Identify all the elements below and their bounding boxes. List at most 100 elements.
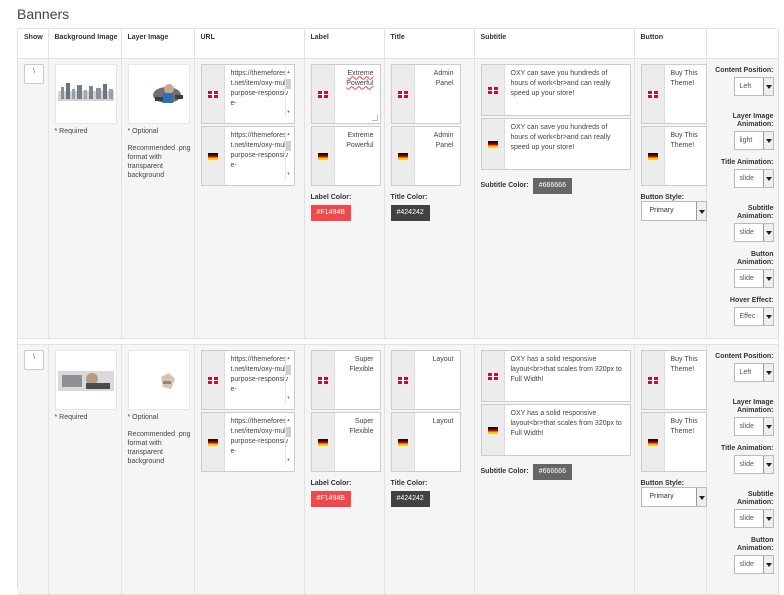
url-de-text[interactable]: https://themeforest.net/item/oxy-multipu… [225,413,294,471]
cell-label: Extreme Powerful Extreme Powerful Label C… [304,58,385,339]
title-field-en[interactable]: Layout [390,349,461,410]
button-animation-select[interactable]: slide [733,268,774,288]
title-color-picker[interactable]: #424242 [390,490,430,507]
url-field-en[interactable]: https://themeforest.net/item/oxy-multipu… [200,349,295,410]
cell-background-image: * Required [48,58,122,339]
subtitle-field-en[interactable]: OXY can save you hundreds of hours of wo… [480,63,631,116]
de-flag-icon [317,152,328,160]
button-field-de[interactable]: Buy This Theme! [640,125,707,186]
url-en-text[interactable]: https://themeforest.net/item/oxy-multipu… [225,351,294,409]
button-style-select[interactable]: Primary [640,200,707,221]
button-field-en[interactable]: Buy This Theme! [640,63,707,124]
chevron-down-icon [762,169,773,187]
button-animation-select[interactable]: slide [733,554,774,574]
chevron-down-icon [762,307,773,325]
url-de-text[interactable]: https://themeforest.net/item/oxy-multipu… [225,127,294,185]
chevron-down-icon [762,417,773,435]
de-flag-icon [207,438,218,446]
page-title: Banners [17,6,70,22]
scrollbar[interactable] [284,66,292,117]
layer-image-thumbnail[interactable] [127,63,190,124]
cell-url: https://themeforest.net/item/oxy-multipu… [194,344,305,595]
label-field-en[interactable]: Extreme Powerful [310,63,381,124]
col-layer-image: Layer Image [121,29,195,59]
subtitle-field-de[interactable]: OXY can save you hundreds of hours of wo… [480,117,631,170]
chevron-down-icon [762,269,773,287]
required-note: * Required [54,413,88,421]
uk-flag-icon [487,86,498,94]
col-button: Button [634,29,707,59]
subtitle-animation-select[interactable]: slide [733,508,774,528]
cell-title: Admin Panel Admin Panel Title Color: #42… [384,58,475,339]
scrollbar[interactable] [284,128,292,179]
url-field-de[interactable]: https://themeforest.net/item/oxy-multipu… [200,411,295,472]
de-flag-icon [487,426,498,434]
subtitle-color-label: Subtitle Color: [480,468,529,475]
subtitle-color-label: Subtitle Color: [480,182,529,189]
title-field-de[interactable]: Layout [390,411,461,472]
label-field-de[interactable]: Extreme Powerful [310,125,381,186]
col-label: Label [304,29,385,59]
cell-button: Buy This Theme! Buy This Theme! Button S… [634,344,707,595]
uk-flag-icon [317,376,328,384]
button-field-en[interactable]: Buy This Theme! [640,349,707,410]
city-skyline-image [55,64,116,123]
subtitle-animation-select[interactable]: slide [733,222,774,242]
de-flag-icon [647,152,658,160]
col-title: Title [384,29,475,59]
scrollbar[interactable] [284,414,292,465]
chevron-down-icon [762,555,773,573]
chevron-down-icon [762,455,773,473]
uk-flag-icon [647,90,658,98]
layer-image-thumbnail[interactable] [127,349,190,410]
hover-effect-select[interactable]: Effec [733,306,774,326]
show-toggle[interactable]: \ [24,349,44,370]
subtitle-color-picker[interactable]: #666666 [532,177,572,194]
page-header: Banners [17,5,777,29]
title-field-de[interactable]: Admin Panel [390,125,461,186]
chevron-down-icon [695,201,706,220]
chevron-down-icon [762,509,773,527]
col-background-image: Background Image [48,29,122,59]
col-url: URL [194,29,305,59]
model-photo-image [57,370,114,391]
button-field-de[interactable]: Buy This Theme! [640,411,707,472]
title-animation-select[interactable]: slide [733,454,774,474]
uk-flag-icon [397,376,408,384]
scrollbar[interactable] [284,352,292,403]
background-image-thumbnail[interactable] [54,349,117,410]
cell-title: Layout Layout Title Color: #424242 [384,344,475,595]
label-field-de[interactable]: Super Flexible [310,411,381,472]
content-position-select[interactable]: Left [733,362,774,382]
button-style-select[interactable]: Primary [640,486,707,507]
chevron-down-icon [762,131,773,149]
hands-layer-image [160,372,175,389]
title-color-picker[interactable]: #424242 [390,204,430,221]
col-show: Show [18,29,49,59]
title-animation-select[interactable]: slide [733,168,774,188]
background-image-thumbnail[interactable] [54,63,117,124]
layer-animation-select[interactable]: light [733,130,774,150]
table-row: \ * Required * Optional Recommended .png… [18,344,779,595]
layer-animation-select[interactable]: slide [733,416,774,436]
label-field-en[interactable]: Super Flexible [310,349,381,410]
title-field-en[interactable]: Admin Panel [390,63,461,124]
label-color-picker[interactable]: #F1494B [310,204,351,221]
subtitle-field-de[interactable]: OXY has a solid responsive layout<br>tha… [480,403,631,456]
url-en-text[interactable]: https://themeforest.net/item/oxy-multipu… [225,65,294,123]
de-flag-icon [207,152,218,160]
show-toggle[interactable]: \ [24,63,44,84]
url-field-en[interactable]: https://themeforest.net/item/oxy-multipu… [200,63,295,124]
de-flag-icon [397,152,408,160]
cell-button: Buy This Theme! Buy This Theme! Button S… [634,58,707,339]
label-color-picker[interactable]: #F1494B [310,490,351,507]
content-position-select[interactable]: Left [733,76,774,96]
layer-format-note: Recommended .png format with transparent… [127,144,191,179]
subtitle-field-en[interactable]: OXY has a solid responsive layout<br>tha… [480,349,631,402]
cell-options: Content Position: Left Layer Image Anima… [706,344,779,595]
url-field-de[interactable]: https://themeforest.net/item/oxy-multipu… [200,125,295,186]
button-style-label: Button Style: [640,193,685,201]
col-subtitle: Subtitle [474,29,635,59]
table-row: \ * Required * Optional Recommended .png… [18,58,779,339]
subtitle-color-picker[interactable]: #666666 [532,463,572,480]
